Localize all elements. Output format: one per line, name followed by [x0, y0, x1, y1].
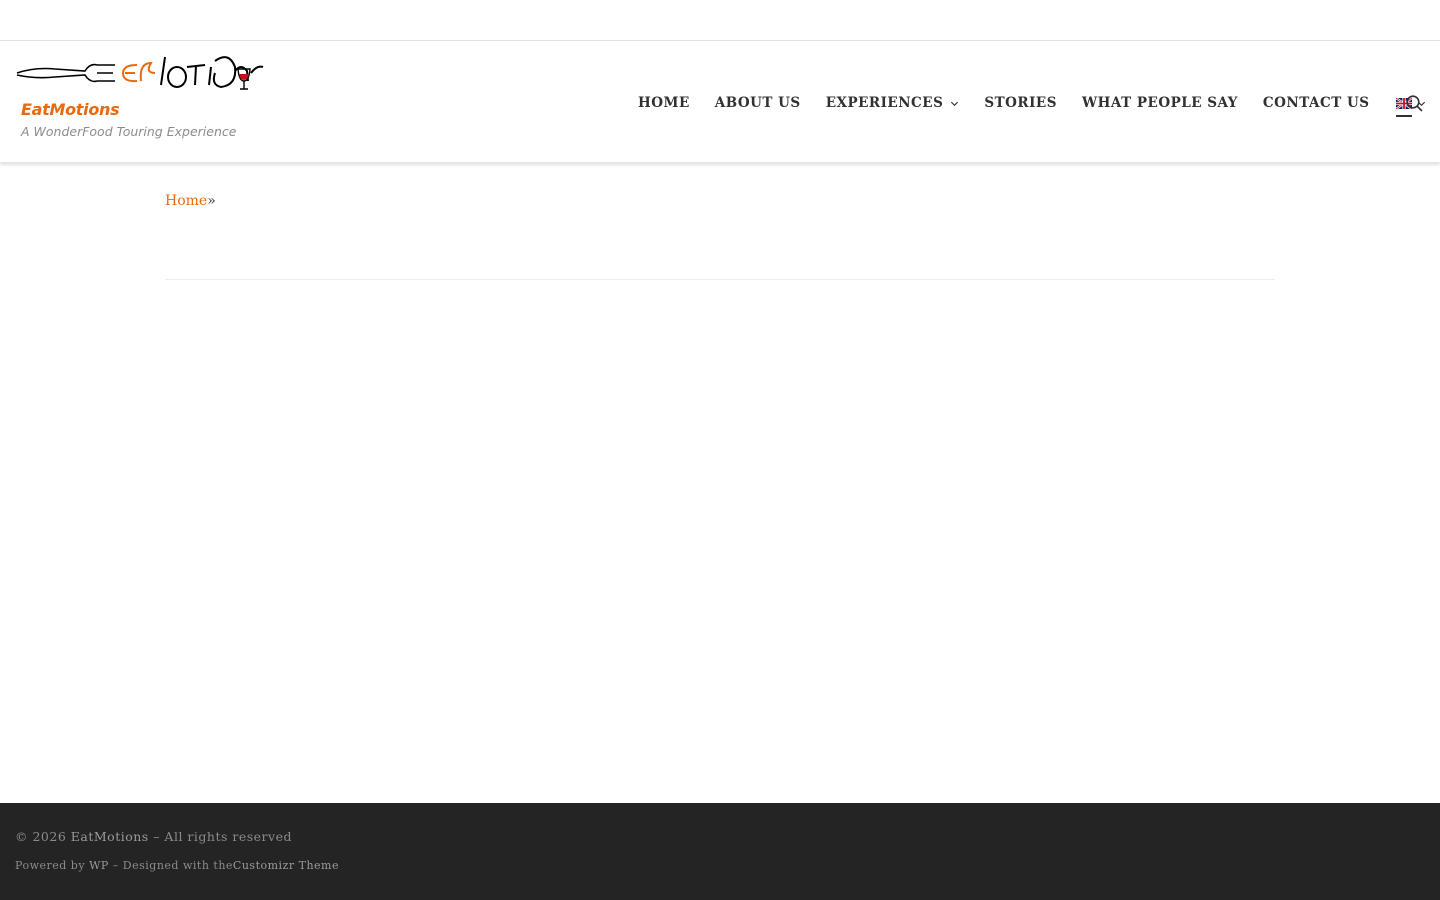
nav-item-home[interactable]: HOME: [638, 95, 690, 111]
chevron-down-icon: [951, 101, 959, 106]
wp-link[interactable]: WP: [89, 859, 109, 872]
nav-item-stories[interactable]: STORIES: [984, 95, 1057, 111]
top-bar: [0, 0, 1440, 41]
nav-item-label: STORIES: [984, 95, 1057, 111]
nav-item-experiences[interactable]: EXPERIENCES: [826, 95, 960, 111]
nav-item-label: WHAT PEOPLE SAY: [1081, 95, 1238, 111]
nav-item-label: HOME: [638, 95, 690, 111]
content-divider: [165, 279, 1275, 280]
nav-item-contact-us[interactable]: CONTACT US: [1263, 95, 1370, 111]
nav-item-label: EXPERIENCES: [825, 95, 944, 111]
footer-copyright: © 2026 EatMotions – All rights reserved: [15, 829, 292, 844]
site-logo[interactable]: EatMotions A WonderFood Touring Experien…: [15, 51, 265, 139]
search-icon[interactable]: [1405, 94, 1423, 112]
powered-by-text: Powered by: [15, 859, 86, 872]
breadcrumb: Home»: [165, 193, 216, 209]
nav-item-what-people-say[interactable]: WHAT PEOPLE SAY: [1082, 95, 1238, 111]
theme-link[interactable]: Customizr Theme: [233, 859, 339, 872]
site-name: EatMotions: [21, 100, 120, 119]
copyright-year: © 2026: [15, 829, 67, 844]
nav-item-label: ABOUT US: [714, 95, 801, 111]
main-nav: HOME ABOUT US EXPERIENCES STORIES WHAT P…: [638, 93, 1426, 117]
site-header: EatMotions A WonderFood Touring Experien…: [0, 41, 1440, 163]
footer-credits: Powered by WP – Designed with theCustomi…: [15, 859, 339, 872]
logo-artwork: [16, 56, 264, 90]
designed-with-text: – Designed with the: [112, 859, 233, 872]
rights-text: – All rights reserved: [153, 829, 292, 844]
breadcrumb-separator: »: [207, 193, 216, 209]
nav-item-about-us[interactable]: ABOUT US: [715, 95, 801, 111]
nav-item-label: CONTACT US: [1262, 95, 1370, 111]
site-footer: © 2026 EatMotions – All rights reserved …: [0, 803, 1440, 900]
site-tagline: A WonderFood Touring Experience: [21, 124, 237, 139]
breadcrumb-home-link[interactable]: Home: [165, 193, 207, 209]
footer-site-link[interactable]: EatMotions: [71, 829, 149, 844]
